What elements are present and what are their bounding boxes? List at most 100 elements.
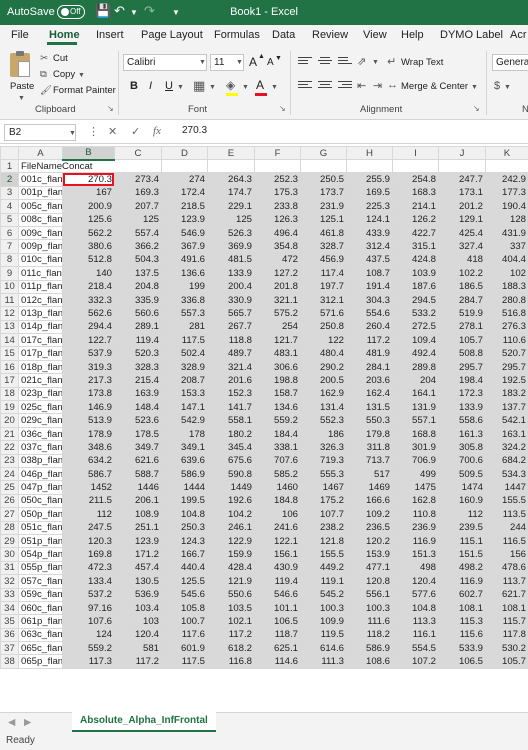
value-cell[interactable]: 472	[254, 252, 301, 268]
worksheet-grid[interactable]: A B C D E F G H I J K 1 FileNameConcat 2…	[0, 146, 528, 669]
value-cell[interactable]: 211.5	[62, 493, 115, 509]
borders-icon[interactable]: ▦	[193, 78, 205, 94]
filename-cell[interactable]: 025c_flan	[18, 400, 63, 415]
value-cell[interactable]: 122	[300, 333, 347, 348]
value-cell[interactable]: 127.2	[254, 266, 301, 281]
alignment-launcher-icon[interactable]: ↘	[473, 104, 480, 113]
value-cell[interactable]: 121.8	[300, 533, 347, 549]
tab-formulas[interactable]: Formulas	[214, 29, 260, 41]
value-cell[interactable]: 173.7	[300, 185, 347, 201]
filename-cell[interactable]: 050p_flan	[18, 507, 63, 522]
row-header[interactable]: 7	[0, 239, 19, 254]
tab-page-layout[interactable]: Page Layout	[141, 29, 203, 41]
value-cell[interactable]: 312.1	[300, 292, 347, 308]
value-cell[interactable]: 321.1	[254, 292, 301, 308]
value-cell[interactable]: 338.1	[254, 440, 301, 455]
value-cell[interactable]: 324.2	[485, 440, 528, 455]
value-cell[interactable]: 558.6	[438, 413, 486, 428]
value-cell[interactable]: 155.5	[300, 547, 347, 562]
value-cell[interactable]: 294.5	[392, 292, 439, 308]
value-cell[interactable]: 115.1	[438, 533, 486, 549]
value-cell[interactable]: 565.7	[207, 306, 255, 321]
value-cell[interactable]: 178	[161, 426, 208, 442]
value-cell[interactable]: 159.9	[207, 547, 255, 562]
italic-button[interactable]: I	[149, 80, 152, 92]
filename-cell[interactable]: 011c_flan	[18, 266, 63, 281]
filename-cell[interactable]: 014p_flan	[18, 319, 63, 335]
value-cell[interactable]: 336.8	[161, 292, 208, 308]
value-cell[interactable]: 1444	[161, 480, 208, 495]
value-cell[interactable]: 116.9	[438, 574, 486, 589]
value-cell[interactable]: 457.4	[114, 560, 162, 576]
value-cell[interactable]: 134.6	[254, 400, 301, 415]
value-cell[interactable]: 151.5	[438, 547, 486, 562]
value-cell[interactable]: 201.2	[438, 199, 486, 214]
column-header[interactable]: D	[161, 146, 208, 160]
value-cell[interactable]: 233.8	[254, 199, 301, 214]
value-cell[interactable]: 119.1	[300, 574, 347, 589]
value-cell[interactable]: 102.2	[438, 266, 486, 281]
value-cell[interactable]: 289.1	[114, 319, 162, 335]
value-cell[interactable]: 153.3	[161, 386, 208, 402]
font-color-dropdown-icon[interactable]: ▼	[271, 84, 278, 91]
value-cell[interactable]: 133.9	[207, 266, 255, 281]
column-header[interactable]: F	[254, 146, 301, 160]
row-header[interactable]: 5	[0, 212, 19, 227]
value-cell[interactable]: 244	[485, 520, 528, 535]
value-cell[interactable]: 207.7	[114, 199, 162, 214]
column-header[interactable]: I	[392, 146, 439, 160]
value-cell[interactable]: 208.7	[161, 373, 208, 388]
value-cell[interactable]: 120.3	[62, 533, 115, 549]
cell[interactable]	[485, 158, 528, 174]
value-cell[interactable]: 118.2	[346, 627, 393, 643]
value-cell[interactable]: 1446	[114, 480, 162, 495]
value-cell[interactable]: 148.4	[114, 400, 162, 415]
value-cell[interactable]: 225.3	[346, 199, 393, 214]
row-header[interactable]: 38	[0, 654, 19, 669]
value-cell[interactable]: 116.5	[485, 533, 528, 549]
accounting-dropdown-icon[interactable]: ▼	[504, 84, 511, 91]
filename-cell[interactable]: 059c_flan	[18, 587, 63, 602]
value-cell[interactable]: 175.3	[254, 185, 301, 201]
value-cell[interactable]: 119.4	[254, 574, 301, 589]
row-header[interactable]: 30	[0, 547, 19, 562]
value-cell[interactable]: 117.5	[161, 654, 208, 669]
value-cell[interactable]: 123.9	[161, 212, 208, 227]
value-cell[interactable]: 206.1	[114, 493, 162, 509]
value-cell[interactable]: 161.3	[438, 426, 486, 442]
value-cell[interactable]: 155.5	[485, 493, 528, 509]
value-cell[interactable]: 128	[485, 212, 528, 227]
value-cell[interactable]: 520.7	[485, 346, 528, 361]
value-cell[interactable]: 104.8	[161, 507, 208, 522]
value-cell[interactable]: 621.6	[114, 453, 162, 468]
row-header[interactable]: 34	[0, 600, 19, 616]
value-cell[interactable]: 239.5	[438, 520, 486, 535]
accounting-format-icon[interactable]: $	[494, 80, 500, 92]
value-cell[interactable]: 348.6	[62, 440, 115, 455]
value-cell[interactable]: 163.1	[485, 426, 528, 442]
value-cell[interactable]: 328.9	[161, 359, 208, 375]
value-cell[interactable]: 557.4	[114, 225, 162, 241]
value-cell[interactable]: 117.2	[207, 627, 255, 643]
value-cell[interactable]: 130.5	[114, 574, 162, 589]
row-header[interactable]: 22	[0, 440, 19, 455]
filename-cell[interactable]: 012c_flan	[18, 292, 63, 308]
value-cell[interactable]: 162.9	[300, 386, 347, 402]
value-cell[interactable]: 214.1	[392, 199, 439, 214]
value-cell[interactable]: 250.8	[300, 319, 347, 335]
row-header[interactable]: 3	[0, 185, 19, 201]
value-cell[interactable]: 113.7	[485, 574, 528, 589]
underline-button[interactable]: U	[165, 80, 173, 92]
value-cell[interactable]: 254.8	[392, 172, 439, 187]
value-cell[interactable]: 167	[62, 185, 115, 201]
value-cell[interactable]: 252.3	[254, 172, 301, 187]
value-cell[interactable]: 330.9	[207, 292, 255, 308]
column-header[interactable]: A	[18, 146, 63, 160]
value-cell[interactable]: 151.3	[392, 547, 439, 562]
value-cell[interactable]: 112	[62, 507, 115, 522]
value-cell[interactable]: 306.6	[254, 359, 301, 375]
filename-cell[interactable]: 037c_flan	[18, 440, 63, 455]
value-cell[interactable]: 517	[346, 466, 393, 482]
borders-dropdown-icon[interactable]: ▼	[209, 84, 216, 91]
value-cell[interactable]: 113.5	[485, 507, 528, 522]
